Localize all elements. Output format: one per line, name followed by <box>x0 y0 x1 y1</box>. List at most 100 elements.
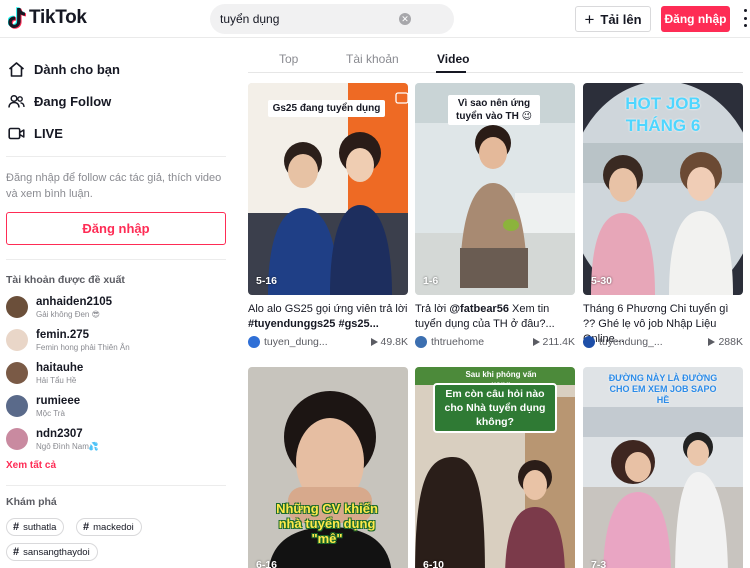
upload-label: Tải lên <box>600 11 642 27</box>
sidebar-login-button[interactable]: Đăng nhập <box>6 212 226 245</box>
nav-label: Dành cho bạn <box>34 61 120 77</box>
video-meta: tuyendung_... 288K <box>583 335 743 349</box>
caption-mention[interactable]: @fatbear56 <box>449 303 509 315</box>
view-count-text: 49.8K <box>380 336 408 348</box>
video-overlay-text: Vì sao nên ứng tuyển vào TH 😉 <box>448 95 540 125</box>
video-thumbnail[interactable]: HOT JOB THÁNG 6 5-30 <box>583 83 743 295</box>
avatar <box>6 329 28 351</box>
account-name: anhaiden2105 <box>36 295 113 308</box>
tiktok-logo[interactable]: TikTok <box>8 7 87 29</box>
tab-top[interactable]: Top <box>279 52 298 66</box>
play-icon <box>532 338 540 346</box>
video-thumbnail[interactable]: Vì sao nên ứng tuyển vào TH 😉 1-6 <box>415 83 575 295</box>
discover-tag[interactable]: # sansangthaydoi <box>6 543 98 561</box>
video-date: 5-16 <box>256 275 278 287</box>
suggested-accounts-title: Tài khoản được đề xuất <box>6 274 125 286</box>
video-overlay-text: ĐƯỜNG NÀY LÀ ĐƯỜNG CHO EM XEM JOB SAPO H… <box>608 373 718 405</box>
sidebar-divider <box>6 485 226 486</box>
view-count: 211.4K <box>532 336 576 348</box>
caption-hashtags[interactable]: #tuyendunggs25 #gs25... <box>248 318 379 330</box>
author-name[interactable]: tuyen_dung... <box>264 336 371 348</box>
video-date: 6-16 <box>256 559 278 568</box>
upload-button[interactable]: + Tải lên <box>575 6 651 32</box>
author-avatar[interactable] <box>415 336 427 348</box>
tabs-divider <box>248 72 743 73</box>
caption-text: Trả lời <box>415 303 450 315</box>
sidebar-divider <box>6 156 226 157</box>
tag-label: mackedoi <box>93 521 134 533</box>
plus-icon: + <box>584 9 595 29</box>
sidebar: Dành cho bạn Đang Follow LIVE Đăng nhập … <box>0 39 236 568</box>
tab-video[interactable]: Video <box>437 52 469 66</box>
sidebar-divider <box>6 259 226 260</box>
account-subtitle: Gải không Đen 😎 <box>36 309 100 319</box>
live-icon <box>8 127 25 139</box>
account-subtitle: Ngô Đình Nam💦 <box>36 441 99 451</box>
view-count-text: 211.4K <box>542 336 576 348</box>
avatar <box>6 395 28 417</box>
search-bar: ✕ <box>210 4 651 34</box>
discover-title: Khám phá <box>6 496 57 508</box>
author-name[interactable]: tuyendung_... <box>599 336 708 348</box>
following-icon <box>8 94 25 108</box>
video-date: 7-3 <box>591 559 607 568</box>
video-overlay-text: Em còn câu hỏi nào cho Nhà tuyển dụng kh… <box>433 383 557 433</box>
video-date: 6-10 <box>423 559 445 568</box>
nav-live[interactable]: LIVE <box>8 122 63 144</box>
video-meta: thtruehome 211.4K <box>415 335 575 349</box>
tag-label: sansangthaydoi <box>23 546 90 558</box>
top-header: TikTok ✕ + Tải lên Đăng nhập <box>0 0 750 38</box>
active-tab-indicator <box>436 71 466 73</box>
author-avatar[interactable] <box>583 336 595 348</box>
account-subtitle: Mộc Trà <box>36 408 65 418</box>
home-icon <box>8 61 25 77</box>
suggested-account[interactable]: femin.275 Femin hong phải Thiên Ân <box>6 326 130 354</box>
tab-accounts[interactable]: Tài khoản <box>346 52 399 66</box>
author-avatar[interactable] <box>248 336 260 348</box>
account-name: haitauhe <box>36 361 84 374</box>
suggested-account[interactable]: rumieee Mộc Trà <box>6 392 80 420</box>
header-login-button[interactable]: Đăng nhập <box>661 6 730 32</box>
view-count: 288K <box>708 336 743 348</box>
video-caption[interactable]: Alo alo GS25 gọi ứng viên trả lời #tuyen… <box>248 302 408 332</box>
account-subtitle: Femin hong phải Thiên Ân <box>36 342 130 352</box>
author-name[interactable]: thtruehome <box>431 336 533 348</box>
nav-label: LIVE <box>34 125 63 141</box>
see-all-link[interactable]: Xem tất cả <box>6 460 56 471</box>
suggested-account[interactable]: ndn2307 Ngô Đình Nam💦 <box>6 425 99 453</box>
video-thumbnail[interactable]: Gs25 đang tuyển dụng 5-16 <box>248 83 408 295</box>
video-date: 5-30 <box>591 275 613 287</box>
hashtag-icon: # <box>13 521 20 533</box>
account-name: ndn2307 <box>36 427 83 440</box>
tiktok-logo-icon <box>8 7 26 29</box>
discover-tag[interactable]: # mackedoi <box>76 518 142 536</box>
play-icon <box>708 338 716 346</box>
video-date: 1-6 <box>423 275 439 287</box>
caption-text: Alo alo GS25 gọi ứng viên trả lời <box>248 303 408 315</box>
play-icon <box>370 338 378 346</box>
video-caption[interactable]: Trả lời @fatbear56 Xem tin tuyển dụng củ… <box>415 302 575 332</box>
avatar <box>6 296 28 318</box>
video-thumbnail[interactable]: Những CV khiến nhà tuyển dụng "mê" 6-16 <box>248 367 408 568</box>
account-subtitle: Hải Tẩu Hề <box>36 375 77 385</box>
discover-tag[interactable]: # suthatla <box>6 518 65 536</box>
video-thumbnail[interactable]: ĐƯỜNG NÀY LÀ ĐƯỜNG CHO EM XEM JOB SAPO H… <box>583 367 743 568</box>
login-hint-text: Đăng nhập để follow các tác giả, thích v… <box>6 172 222 200</box>
nav-following[interactable]: Đang Follow <box>8 90 111 112</box>
clear-search-icon[interactable]: ✕ <box>399 13 411 25</box>
tag-label: suthatla <box>23 521 57 533</box>
video-overlay-text: HOT JOB THÁNG 6 <box>625 94 701 135</box>
hashtag-icon: # <box>13 546 20 558</box>
suggested-account[interactable]: haitauhe Hải Tẩu Hề <box>6 359 83 387</box>
view-count: 49.8K <box>370 336 408 348</box>
suggested-account[interactable]: anhaiden2105 Gải không Đen 😎 <box>6 293 112 321</box>
more-options-icon[interactable] <box>742 9 748 27</box>
logo-text: TikTok <box>29 7 87 28</box>
video-overlay-text: Những CV khiến nhà tuyển dụng "mê" <box>276 501 378 546</box>
nav-for-you[interactable]: Dành cho bạn <box>8 58 120 80</box>
video-overlay-text: Gs25 đang tuyển dụng <box>268 100 385 117</box>
view-count-text: 288K <box>718 336 743 348</box>
video-thumbnail[interactable]: Sau khi phỏng vấn xong Em còn câu hỏi nà… <box>415 367 575 568</box>
account-name: femin.275 <box>36 328 90 341</box>
search-input[interactable] <box>220 4 400 34</box>
